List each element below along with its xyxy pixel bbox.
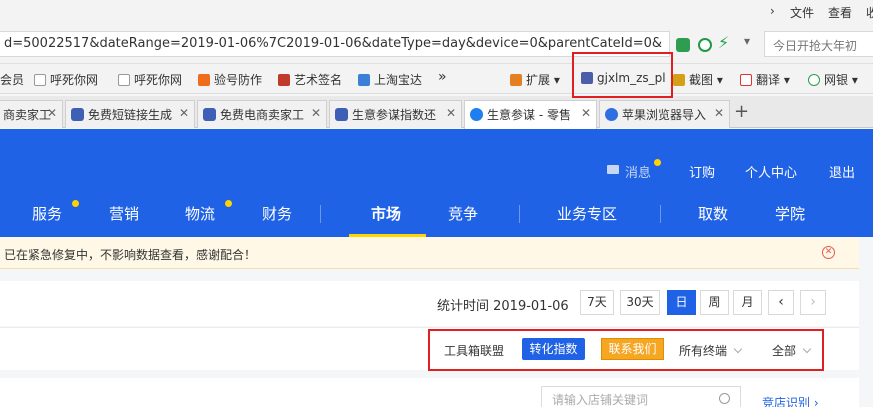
message-link[interactable]: 消息 — [625, 162, 651, 181]
order-link[interactable]: 订购 — [689, 162, 715, 181]
bookmarks-overflow-button[interactable]: » — [438, 69, 447, 85]
bookmark-item[interactable]: 艺术签名 — [278, 71, 342, 88]
tab-apple-browser-import[interactable]: 苹果浏览器导入 ✕ — [599, 100, 730, 128]
close-icon[interactable]: ✕ — [179, 106, 189, 120]
nav-service[interactable]: 服务 — [32, 203, 62, 224]
range-30-days-button[interactable]: 30天 — [620, 290, 660, 315]
nav-dot — [225, 200, 232, 207]
close-icon[interactable]: ✕ — [581, 106, 591, 120]
nav-data-fetch[interactable]: 取数 — [698, 203, 728, 224]
url-text[interactable]: d=50022517&dateRange=2019-01-06%7C2019-0… — [4, 36, 662, 51]
menu-file[interactable]: 文件 — [790, 4, 814, 21]
scissors-icon — [673, 74, 685, 86]
tab-index-restore[interactable]: 生意参谋指数还 ✕ — [329, 100, 462, 128]
nav-business-zone[interactable]: 业务专区 — [557, 203, 617, 224]
search-placeholder: 今日开抢大年初 — [773, 39, 858, 53]
cube-icon — [335, 108, 348, 121]
nav-divider — [660, 205, 661, 223]
address-toolbar: d=50022517&dateRange=2019-01-06%7C2019-0… — [0, 24, 873, 64]
shop-search-field[interactable] — [541, 386, 741, 407]
range-day-button[interactable]: 日 — [667, 290, 696, 315]
lightning-icon[interactable]: ⚡ — [718, 33, 729, 52]
date-filter-panel: 统计时间 2019-01-06 7天 30天 日 周 月 ‹ › — [0, 281, 859, 326]
mail-icon — [607, 165, 619, 174]
yen-icon — [808, 74, 820, 86]
bookmarks-bar: 会员 呼死你网 呼死你网 验号防作 艺术签名 上淘宝达 » 扩展 ▾ gjxlm… — [0, 64, 873, 94]
browser-window: › 文件 查看 收 d=50022517&dateRange=2019-01-0… — [0, 0, 873, 407]
paw-icon — [605, 108, 618, 121]
nav-divider — [519, 205, 520, 223]
translate-button[interactable]: 翻译 ▾ — [740, 71, 790, 88]
bookmark-item[interactable]: 会员 — [0, 71, 24, 88]
address-bar[interactable]: d=50022517&dateRange=2019-01-06%7C2019-0… — [0, 31, 670, 57]
shop-identify-link[interactable]: 竞店识别 › — [762, 394, 819, 407]
nav-market[interactable]: 市场 — [371, 203, 401, 224]
window-menu-bar: › 文件 查看 收 — [0, 0, 873, 24]
nav-finance[interactable]: 财务 — [262, 203, 292, 224]
notice-banner: 已在紧急修复中，不影响数据查看，感谢配合！ ✕ — [0, 237, 859, 269]
highlight-box-toolbar — [428, 329, 824, 371]
message-dot — [654, 159, 661, 166]
tab-ecommerce-tools[interactable]: 免费电商卖家工 ✕ — [197, 100, 327, 128]
document-icon — [118, 74, 130, 86]
nav-marketing[interactable]: 营销 — [109, 203, 139, 224]
grid-icon — [510, 74, 522, 86]
bookmark-item[interactable]: 验号防作 — [198, 71, 262, 88]
bookmark-favicon-icon — [198, 74, 210, 86]
extensions-button[interactable]: 扩展 ▾ — [510, 71, 560, 88]
stat-time-label: 统计时间 2019-01-06 — [437, 299, 569, 314]
range-week-button[interactable]: 周 — [700, 290, 729, 315]
menu-view[interactable]: 查看 — [828, 4, 852, 21]
translate-icon — [740, 74, 752, 86]
screenshot-button[interactable]: 截图 ▾ — [673, 71, 723, 88]
chevron-right-icon[interactable]: › — [770, 4, 775, 18]
bookmark-favicon-icon — [358, 74, 370, 86]
compass-icon — [470, 108, 483, 121]
close-icon[interactable]: ✕ — [822, 246, 835, 259]
close-icon[interactable]: ✕ — [47, 106, 57, 120]
app-header: 消息 订购 个人中心 退出 服务 营销 物流 财务 市场 竞争 业务专区 取数 … — [0, 129, 873, 237]
notice-text: 已在紧急修复中，不影响数据查看，感谢配合！ — [4, 248, 257, 262]
bookmark-item[interactable]: 上淘宝达 — [358, 71, 422, 88]
new-tab-button[interactable]: + — [734, 101, 749, 122]
nav-competition[interactable]: 竞争 — [448, 203, 478, 224]
range-month-button[interactable]: 月 — [733, 290, 762, 315]
personal-center-link[interactable]: 个人中心 — [745, 162, 797, 181]
shop-search-panel: 竞店识别 › — [0, 378, 859, 407]
page-action-icon[interactable] — [676, 38, 690, 52]
bookmark-item[interactable]: 呼死你网 — [34, 71, 98, 88]
tab-shop-tools[interactable]: 商卖家工 ✕ — [0, 100, 63, 128]
shop-search-input[interactable] — [552, 388, 722, 407]
tab-bar: 商卖家工 ✕ 免费短链接生成 ✕ 免费电商卖家工 ✕ 生意参谋指数还 ✕ 生意参… — [0, 96, 873, 129]
close-icon[interactable]: ✕ — [446, 106, 456, 120]
chevron-down-icon[interactable]: ▾ — [744, 34, 750, 48]
refresh-extension-icon[interactable] — [698, 38, 712, 52]
close-icon[interactable]: ✕ — [311, 106, 321, 120]
tab-short-link[interactable]: 免费短链接生成 ✕ — [65, 100, 195, 128]
next-date-button[interactable]: › — [800, 290, 826, 315]
cube-icon — [203, 108, 216, 121]
range-7-days-button[interactable]: 7天 — [580, 290, 614, 315]
document-icon — [34, 74, 46, 86]
nav-logistics[interactable]: 物流 — [185, 203, 215, 224]
nav-academy[interactable]: 学院 — [775, 203, 805, 224]
search-input[interactable]: 今日开抢大年初 — [764, 31, 873, 57]
close-icon[interactable]: ✕ — [714, 106, 724, 120]
search-icon[interactable] — [719, 393, 730, 404]
highlight-box-extension — [572, 52, 673, 98]
nav-divider — [320, 205, 321, 223]
netbank-button[interactable]: 网银 ▾ — [808, 71, 858, 88]
prev-date-button[interactable]: ‹ — [768, 290, 794, 315]
nav-dot — [72, 200, 79, 207]
bookmark-item[interactable]: 呼死你网 — [118, 71, 182, 88]
bookmark-favicon-icon — [278, 74, 290, 86]
logout-link[interactable]: 退出 — [829, 162, 855, 181]
cube-icon — [71, 108, 84, 121]
menu-collect[interactable]: 收 — [866, 4, 873, 21]
tab-business-advisor[interactable]: 生意参谋 - 零售 ✕ — [464, 100, 597, 129]
